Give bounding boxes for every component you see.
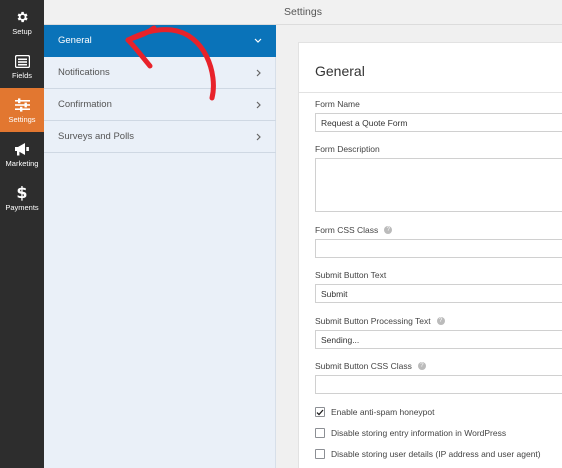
- submit-processing-label: Submit Button Processing Text ?: [315, 316, 445, 326]
- honeypot-checkbox[interactable]: [315, 407, 325, 417]
- form-description-label-text: Form Description: [315, 144, 380, 154]
- rail-label-fields: Fields: [11, 71, 32, 81]
- submit-text-input[interactable]: [315, 284, 562, 303]
- disable-user-details-label: Disable storing user details (IP address…: [331, 449, 541, 459]
- sliders-icon: [14, 96, 30, 114]
- general-settings-panel: General Form Name Form Description Form …: [298, 42, 562, 468]
- form-css-class-label-text: Form CSS Class: [315, 225, 379, 235]
- form-name-input[interactable]: [315, 113, 562, 132]
- rail-item-fields[interactable]: Fields: [0, 44, 44, 88]
- chevron-right-icon: [254, 101, 262, 109]
- form-css-class-label: Form CSS Class ?: [315, 225, 393, 235]
- help-icon[interactable]: ?: [417, 362, 426, 370]
- rail-label-payments: Payments: [5, 203, 39, 213]
- settings-menu: General Notifications Confirmation Surve…: [44, 25, 276, 468]
- disable-entry-storage-row[interactable]: Disable storing entry information in Wor…: [315, 428, 506, 438]
- form-css-class-input[interactable]: [315, 239, 562, 258]
- menu-item-surveys-polls[interactable]: Surveys and Polls: [44, 121, 276, 153]
- submit-css-class-label: Submit Button CSS Class ?: [315, 361, 426, 371]
- disable-entry-storage-checkbox[interactable]: [315, 428, 325, 438]
- fields-list-icon: [14, 52, 30, 70]
- menu-item-label: Confirmation: [58, 99, 112, 110]
- honeypot-label: Enable anti-spam honeypot: [331, 407, 435, 417]
- menu-item-label: Notifications: [58, 67, 110, 78]
- help-icon[interactable]: ?: [436, 317, 445, 325]
- rail-item-marketing[interactable]: Marketing: [0, 132, 44, 176]
- top-bar: Settings: [44, 0, 562, 25]
- disable-user-details-checkbox[interactable]: [315, 449, 325, 459]
- disable-entry-storage-label: Disable storing entry information in Wor…: [331, 428, 507, 438]
- builder-sidebar: Setup Fields Settings Marketing $ Paymen…: [0, 0, 44, 468]
- page-title: Settings: [284, 6, 322, 18]
- checkmark-icon: [316, 409, 324, 416]
- form-name-label: Form Name: [315, 99, 360, 109]
- submit-css-class-label-text: Submit Button CSS Class: [315, 361, 412, 371]
- section-title: General: [315, 63, 365, 79]
- rail-item-payments[interactable]: $ Payments: [0, 176, 44, 220]
- menu-item-label: General: [58, 35, 92, 46]
- submit-text-label-text: Submit Button Text: [315, 270, 387, 280]
- submit-processing-label-text: Submit Button Processing Text: [315, 316, 431, 326]
- honeypot-checkbox-row[interactable]: Enable anti-spam honeypot: [315, 407, 435, 417]
- gear-icon: [15, 8, 29, 26]
- rail-item-settings[interactable]: Settings: [0, 88, 44, 132]
- rail-label-settings: Settings: [8, 115, 36, 125]
- disable-user-details-row[interactable]: Disable storing user details (IP address…: [315, 449, 541, 459]
- submit-text-label: Submit Button Text: [315, 270, 386, 280]
- help-icon[interactable]: ?: [384, 226, 393, 234]
- divider: [299, 92, 562, 93]
- chevron-right-icon: [254, 69, 262, 77]
- settings-content: General Form Name Form Description Form …: [276, 25, 562, 468]
- form-description-textarea[interactable]: [315, 158, 562, 212]
- menu-item-label: Surveys and Polls: [58, 131, 135, 142]
- megaphone-icon: [14, 140, 30, 158]
- rail-label-setup: Setup: [12, 27, 32, 37]
- menu-item-notifications[interactable]: Notifications: [44, 57, 276, 89]
- chevron-right-icon: [254, 133, 262, 141]
- form-name-label-text: Form Name: [315, 99, 360, 109]
- menu-item-confirmation[interactable]: Confirmation: [44, 89, 276, 121]
- form-description-label: Form Description: [315, 144, 380, 154]
- submit-css-class-input[interactable]: [315, 375, 562, 394]
- menu-item-general[interactable]: General: [44, 25, 276, 57]
- submit-processing-input[interactable]: [315, 330, 562, 349]
- dollar-icon: $: [16, 183, 28, 203]
- chevron-down-icon: [254, 37, 262, 45]
- rail-label-marketing: Marketing: [5, 159, 39, 169]
- rail-item-setup[interactable]: Setup: [0, 0, 44, 44]
